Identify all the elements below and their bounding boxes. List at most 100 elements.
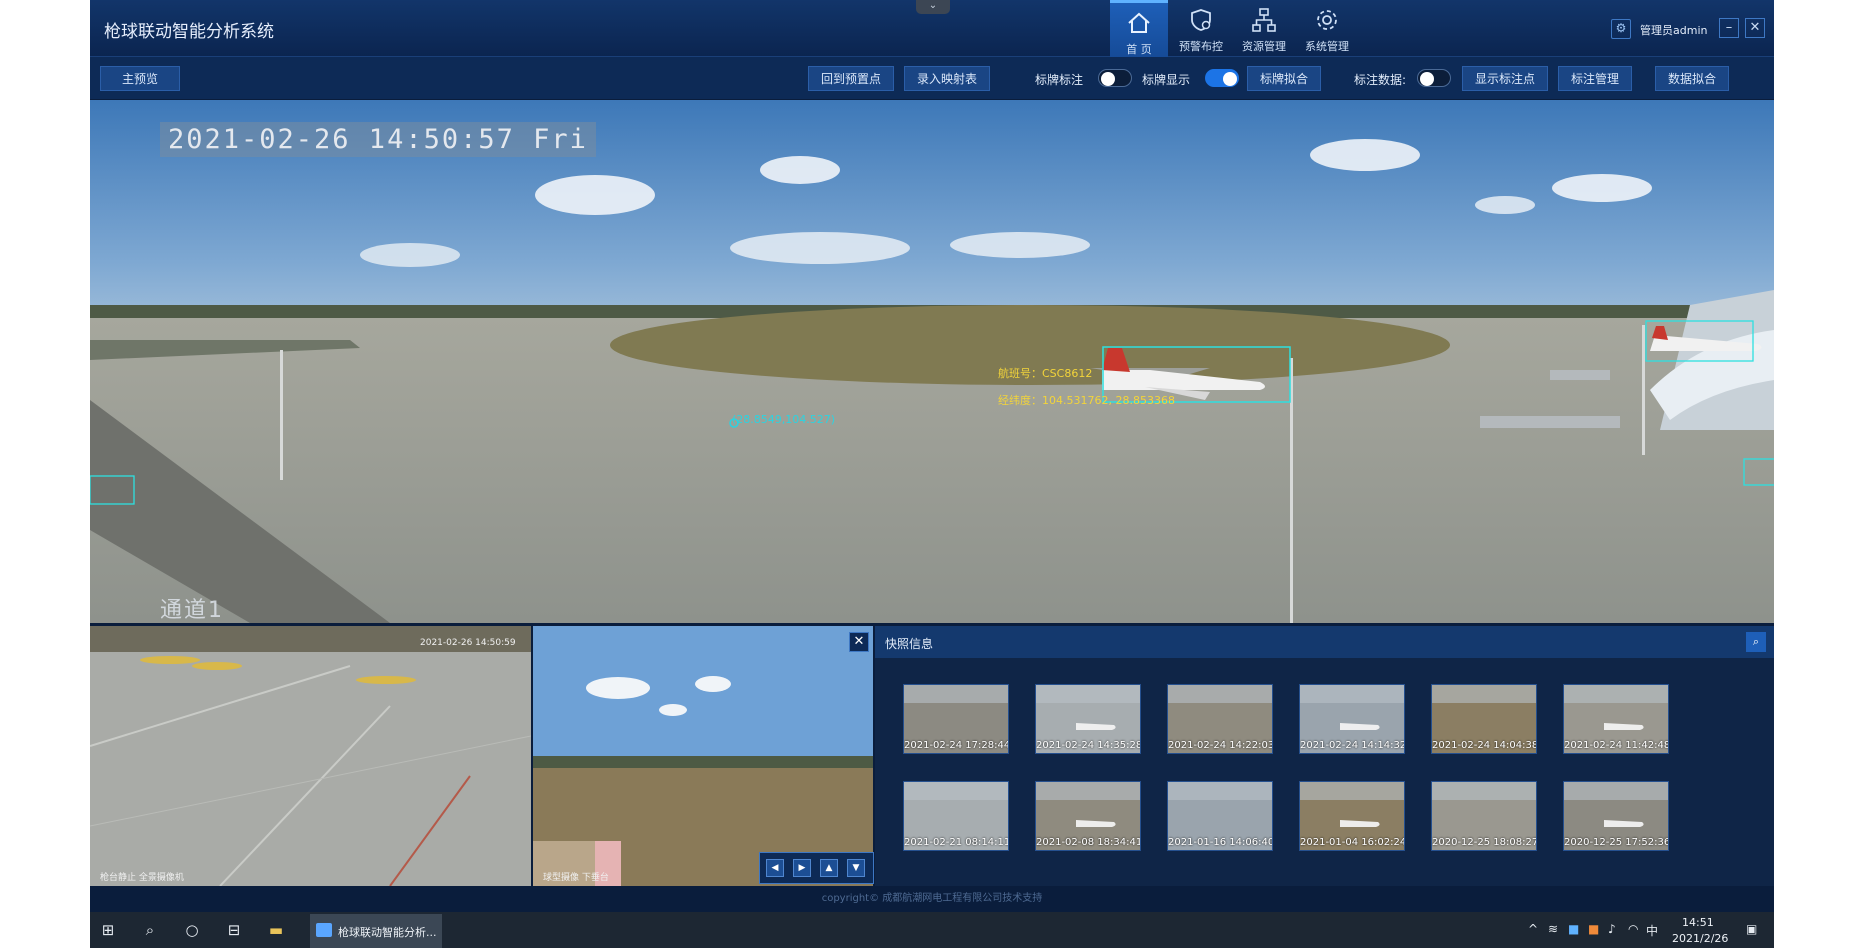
snapshot-thumbnail[interactable]: 2021-02-24 14:35:28 (1035, 684, 1141, 754)
airport-scene (90, 100, 1774, 623)
snapshot-thumbnail[interactable]: 2021-01-04 16:02:24 (1299, 781, 1405, 851)
app-window: 枪球联动智能分析系统 ⌄ 首 页 预警布控 资源管理 系统管理 ⚙ 管理员adm… (90, 0, 1774, 948)
back-to-preset-button[interactable]: 回到预置点 (808, 66, 895, 91)
lonlat-label: 经纬度：104.531762, 28.853368 (998, 394, 1175, 407)
nav-system-mgmt-label: 系统管理 (1305, 40, 1349, 53)
ptz-scene (533, 626, 873, 886)
sub-video-right[interactable]: ✕ 球型摄像 下垂台 (533, 626, 873, 886)
user-name[interactable]: 管理员admin (1640, 22, 1707, 38)
label-annotate-label: 标牌标注 (1035, 73, 1084, 87)
show-points-button[interactable]: 显示标注点 (1462, 66, 1549, 91)
label-display-toggle[interactable] (1205, 69, 1239, 87)
taskbar-app-label: 枪球联动智能分析... (338, 926, 437, 939)
collapse-header-button[interactable]: ⌄ (916, 0, 950, 14)
snapshot-header: 快照信息 ⌕ (875, 626, 1774, 658)
taskbar-date[interactable]: 2021/2/26 (1672, 932, 1728, 945)
label-fit-button[interactable]: 标牌拟合 (1247, 66, 1322, 91)
osd-channel-label: 通道1 (160, 598, 224, 623)
tray-app-icon[interactable]: ■ (1568, 922, 1579, 936)
annotation-mgmt-button[interactable]: 标注管理 (1558, 66, 1633, 91)
osd-timestamp: 2021-02-26 14:50:57 Fri (160, 122, 596, 157)
chevron-down-icon: ⌄ (928, 0, 938, 11)
snapshot-timestamp: 2021-02-08 18:34:41 (1036, 837, 1141, 848)
snapshot-timestamp: 2021-02-24 17:28:44 (904, 740, 1009, 751)
snapshot-timestamp: 2021-01-04 16:02:24 (1300, 837, 1405, 848)
nav-home[interactable]: 首 页 (1110, 0, 1168, 59)
windows-start-icon[interactable]: ⊞ (98, 920, 118, 940)
taskbar-time[interactable]: 14:51 (1682, 916, 1714, 929)
nav-alert-control[interactable]: 预警布控 (1172, 0, 1230, 56)
snapshot-panel: 快照信息 ⌕ 2021-02-24 17:28:44 2021-02-24 14:… (875, 626, 1774, 886)
file-explorer-icon[interactable]: ▬ (266, 920, 286, 940)
volume-icon[interactable]: ♪ (1608, 922, 1616, 936)
snapshot-title: 快照信息 (885, 637, 934, 651)
tray-network-icon[interactable]: ≋ (1548, 922, 1558, 936)
snapshot-thumbnail[interactable]: 2021-02-08 18:34:41 (1035, 781, 1141, 851)
apron-scene (90, 626, 531, 886)
snapshot-timestamp: 2020-12-25 18:08:27 (1432, 837, 1537, 848)
search-icon[interactable]: ⌕ (1746, 632, 1766, 652)
nav-home-label: 首 页 (1126, 43, 1152, 56)
gear-icon (1317, 10, 1337, 30)
home-icon (1128, 12, 1150, 33)
tray-chevron-up-icon[interactable]: ^ (1528, 922, 1538, 936)
notifications-icon[interactable]: ▣ (1746, 922, 1757, 936)
nav-resource-mgmt-label: 资源管理 (1242, 40, 1286, 53)
sitemap-icon (1252, 8, 1276, 32)
snapshot-thumbnail[interactable]: 2021-02-24 14:04:38 (1431, 684, 1537, 754)
footer-copyright: copyright© 成都航潮网电工程有限公司技术支持 (821, 893, 1043, 904)
annotation-data-toggle[interactable] (1417, 69, 1451, 87)
label-display-label: 标牌显示 (1142, 73, 1191, 87)
snapshot-thumbnail[interactable]: 2021-02-24 14:22:03 (1167, 684, 1273, 754)
snapshot-timestamp: 2021-02-24 14:14:32 (1300, 740, 1405, 751)
search-icon[interactable]: ⌕ (140, 920, 160, 940)
sub-left-caption: 枪台静止 全景摄像机 (100, 873, 184, 883)
snapshot-timestamp: 2021-01-16 14:06:40 (1168, 837, 1273, 848)
snapshot-thumbnail[interactable]: 2021-02-24 14:14:32 (1299, 684, 1405, 754)
nav-system-mgmt[interactable]: 系统管理 (1298, 0, 1356, 56)
data-fit-button[interactable]: 数据拟合 (1655, 66, 1730, 91)
snapshot-timestamp: 2020-12-25 17:52:36 (1564, 837, 1669, 848)
sub-video-left[interactable]: 2021-02-26 14:50:59 枪台静止 全景摄像机 (90, 626, 531, 886)
close-sub-video-button[interactable]: ✕ (849, 632, 869, 652)
toggle-knob (1420, 72, 1434, 86)
snapshot-thumbnail[interactable]: 2020-12-25 17:52:36 (1563, 781, 1669, 851)
snapshot-thumbnail[interactable]: 2021-01-16 14:06:40 (1167, 781, 1273, 851)
minimize-button[interactable]: – (1719, 18, 1739, 38)
taskbar-app-button[interactable]: 枪球联动智能分析... (310, 914, 442, 948)
taskbar: ⊞ ⌕ ○ ⊟ ▬ 枪球联动智能分析... ^ ≋ ■ ■ ♪ ◠ 中 14:5… (90, 912, 1774, 948)
snapshot-timestamp: 2021-02-21 08:14:11 (904, 837, 1009, 848)
snapshot-thumbnail[interactable]: 2021-02-24 11:42:48 (1563, 684, 1669, 754)
ptz-right-button[interactable]: ▶ (793, 859, 811, 877)
snapshot-thumbnail[interactable]: 2020-12-25 18:08:27 (1431, 781, 1537, 851)
task-view-icon[interactable]: ⊟ (224, 920, 244, 940)
main-preview-tab[interactable]: 主预览 (100, 66, 180, 91)
ptz-control: ◀ ▶ ▲ ▼ (759, 852, 874, 884)
snapshot-thumbnail[interactable]: 2021-02-21 08:14:11 (903, 781, 1009, 851)
snapshot-timestamp: 2021-02-24 14:22:03 (1168, 740, 1273, 751)
ime-indicator[interactable]: 中 (1646, 922, 1658, 939)
wifi-icon[interactable]: ◠ (1628, 922, 1638, 936)
label-annotate-toggle[interactable] (1098, 69, 1132, 87)
sub-left-timestamp: 2021-02-26 14:50:59 (420, 638, 516, 648)
flight-number-label: 航班号：CSC8612 (998, 367, 1093, 380)
app-header: 枪球联动智能分析系统 ⌄ 首 页 预警布控 资源管理 系统管理 ⚙ 管理员adm… (90, 0, 1774, 59)
user-settings-icon[interactable]: ⚙ (1611, 19, 1631, 39)
snapshot-timestamp: 2021-02-24 11:42:48 (1564, 740, 1669, 751)
coordinate-marker[interactable]: (28.8549,104.527) (732, 413, 835, 426)
sub-right-caption: 球型摄像 下垂台 (543, 873, 609, 883)
app-title: 枪球联动智能分析系统 (104, 22, 274, 42)
nav-alert-control-label: 预警布控 (1179, 40, 1223, 53)
snapshot-thumbnail[interactable]: 2021-02-24 17:28:44 (903, 684, 1009, 754)
cortana-icon[interactable]: ○ (182, 920, 202, 940)
nav-resource-mgmt[interactable]: 资源管理 (1235, 0, 1293, 56)
ptz-up-button[interactable]: ▲ (820, 859, 838, 877)
ptz-left-button[interactable]: ◀ (766, 859, 784, 877)
toggle-knob (1101, 72, 1115, 86)
close-button[interactable]: ✕ (1745, 18, 1765, 38)
main-video-feed[interactable]: 2021-02-26 14:50:57 Fri 通道1 航班号：CSC8612 … (90, 100, 1774, 623)
ptz-down-button[interactable]: ▼ (847, 859, 865, 877)
enter-mapping-button[interactable]: 录入映射表 (904, 66, 991, 91)
snapshot-timestamp: 2021-02-24 14:35:28 (1036, 740, 1141, 751)
tray-security-icon[interactable]: ■ (1588, 922, 1599, 936)
